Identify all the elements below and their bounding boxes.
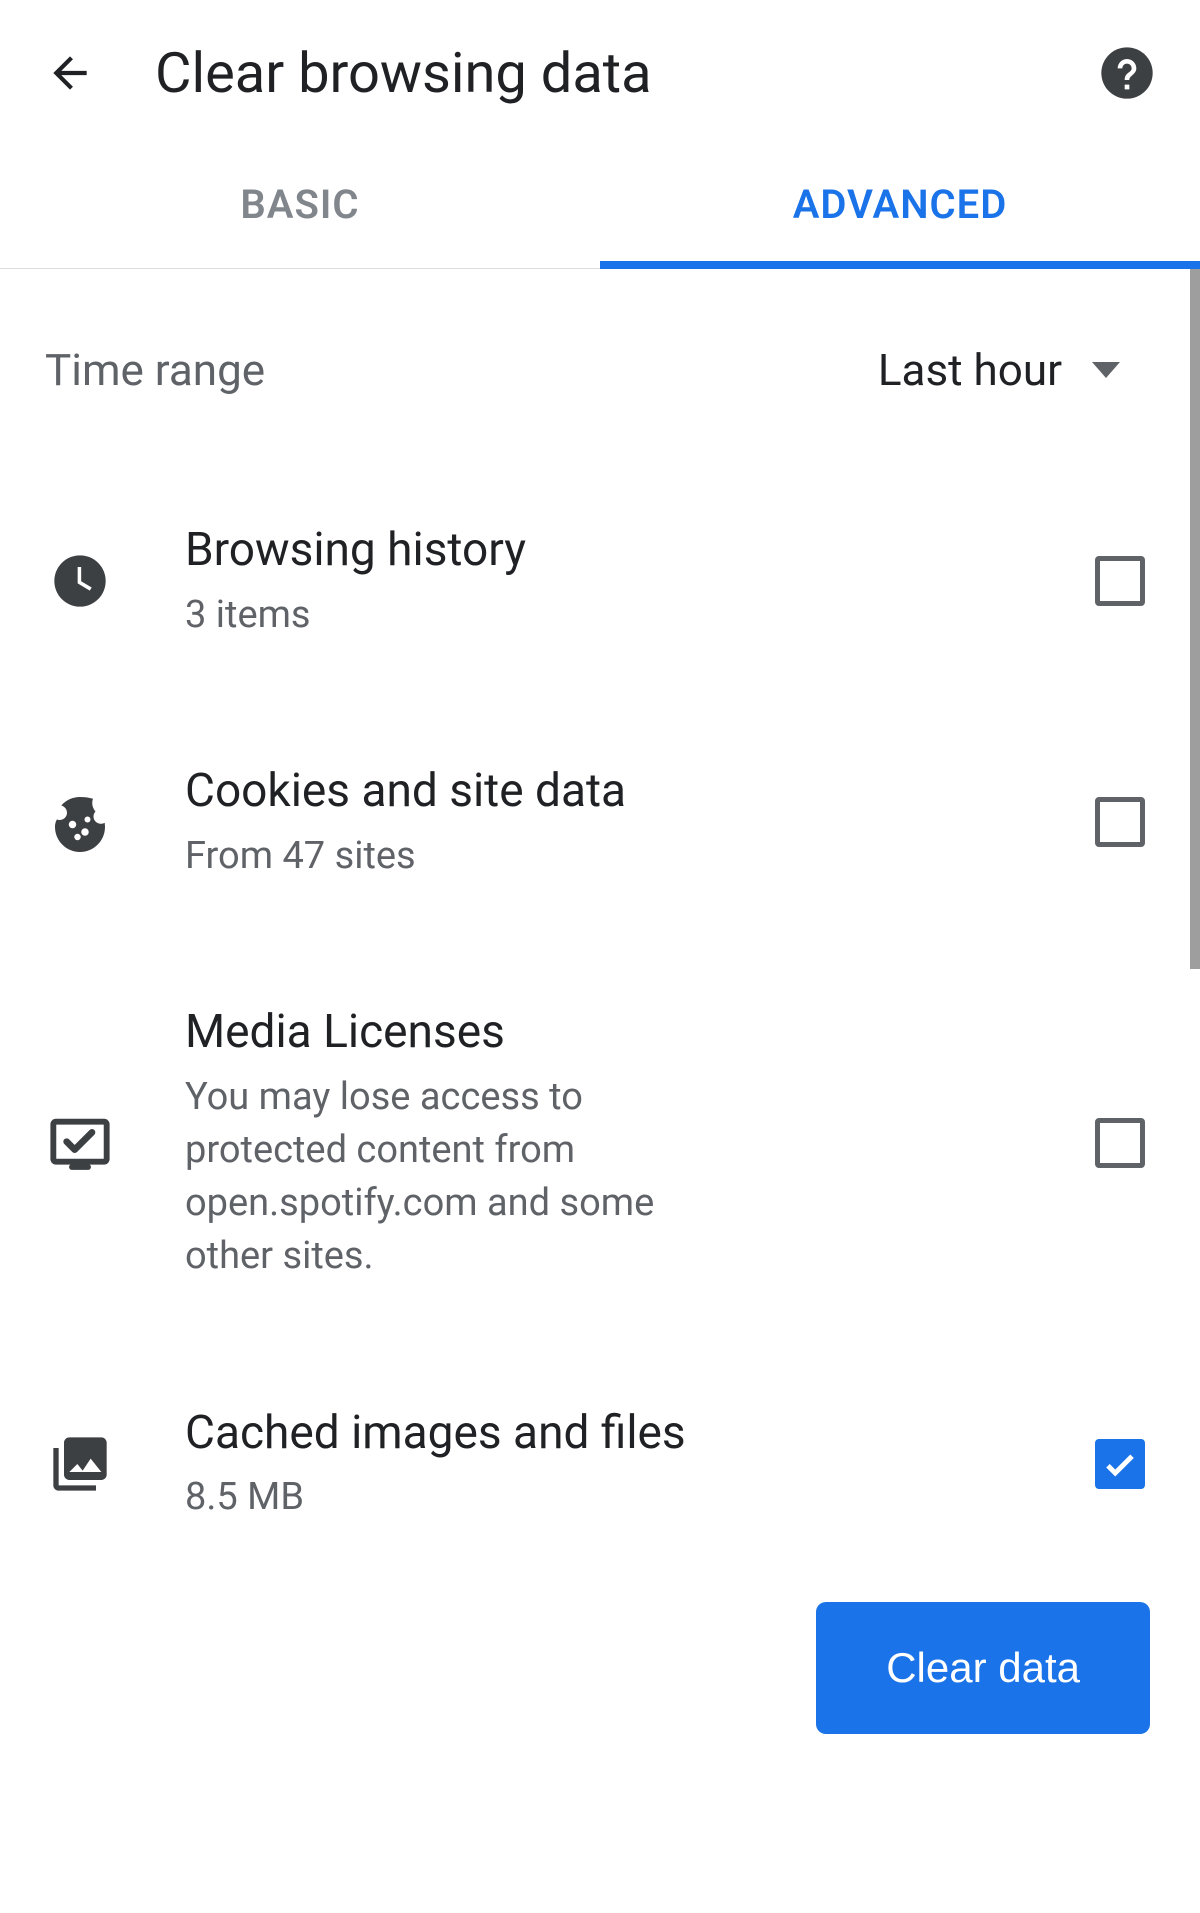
time-range-dropdown[interactable]: Last hour — [878, 344, 1155, 396]
list-item-text: Browsing history 3 items — [185, 521, 1075, 642]
time-range-value: Last hour — [878, 344, 1062, 396]
list-item-text: Media Licenses You may lose access to pr… — [185, 1003, 1075, 1284]
check-icon — [1101, 1445, 1139, 1483]
footer: Clear data — [0, 1572, 1200, 1764]
scrollbar[interactable] — [1190, 269, 1200, 969]
item-media-licenses[interactable]: Media Licenses You may lose access to pr… — [0, 963, 1200, 1324]
clear-data-button[interactable]: Clear data — [816, 1602, 1150, 1734]
item-title: Media Licenses — [185, 1003, 1075, 1063]
item-title: Cookies and site data — [185, 762, 1075, 822]
help-icon — [1099, 45, 1155, 101]
item-title: Cached images and files — [185, 1404, 1075, 1464]
back-button[interactable] — [45, 48, 95, 98]
time-range-label: Time range — [45, 344, 265, 396]
chevron-down-icon — [1092, 362, 1120, 378]
item-browsing-history[interactable]: Browsing history 3 items — [0, 481, 1200, 682]
item-cached-images[interactable]: Cached images and files 8.5 MB — [0, 1364, 1200, 1565]
content-area: Time range Last hour Browsing history 3 … — [0, 269, 1200, 1764]
clock-icon — [45, 553, 115, 609]
list-item-text: Cookies and site data From 47 sites — [185, 762, 1075, 883]
item-subtitle: From 47 sites — [185, 830, 735, 883]
list-item-text: Cached images and files 8.5 MB — [185, 1404, 1075, 1525]
checkbox-cached-images[interactable] — [1095, 1439, 1145, 1489]
checkbox-cookies[interactable] — [1095, 797, 1145, 847]
page-title: Clear browsing data — [155, 40, 1099, 106]
tab-advanced[interactable]: ADVANCED — [600, 136, 1200, 268]
checkbox-browsing-history[interactable] — [1095, 556, 1145, 606]
arrow-left-icon — [45, 48, 95, 98]
checkbox-media-licenses[interactable] — [1095, 1118, 1145, 1168]
image-stack-icon — [45, 1432, 115, 1496]
item-cookies[interactable]: Cookies and site data From 47 sites — [0, 722, 1200, 923]
tv-check-icon — [45, 1111, 115, 1175]
tab-basic[interactable]: BASIC — [0, 136, 600, 268]
help-button[interactable] — [1099, 45, 1155, 101]
tab-bar: BASIC ADVANCED — [0, 136, 1200, 269]
cookie-icon — [45, 792, 115, 852]
item-subtitle: 8.5 MB — [185, 1471, 735, 1524]
item-subtitle: You may lose access to protected content… — [185, 1071, 735, 1284]
header: Clear browsing data — [0, 0, 1200, 136]
item-title: Browsing history — [185, 521, 1075, 581]
time-range-row: Time range Last hour — [0, 269, 1200, 481]
item-subtitle: 3 items — [185, 589, 735, 642]
